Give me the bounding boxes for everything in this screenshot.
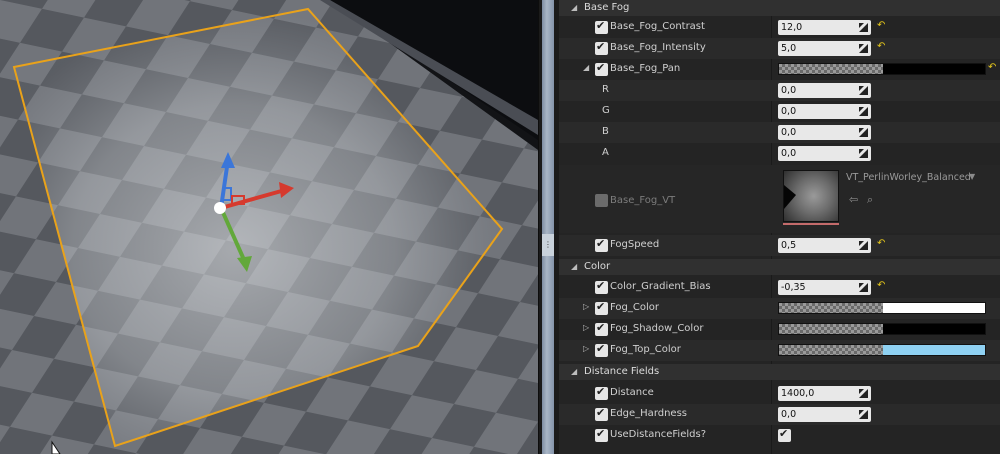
level-viewport[interactable] <box>0 0 538 454</box>
details-panel: ◢ Base Fog Base_Fog_Contrast 12,0 ↶ Base… <box>559 0 1000 454</box>
value-field[interactable]: 0,0 <box>778 104 871 119</box>
value-field[interactable]: 0,5 <box>778 238 871 253</box>
property-color-gradient-bias: Color_Gradient_Bias -0,35 ↶ <box>559 277 1000 298</box>
property-base-fog-vt: Base_Fog_VT VT_PerlinWorley_Balanced ▼ ⇦… <box>559 165 1000 233</box>
property-pan-b: B 0,0 <box>559 122 1000 143</box>
property-fog-shadow-color: ▷ Fog_Shadow_Color <box>559 319 1000 340</box>
spinner-icon[interactable] <box>859 44 868 53</box>
spinner-icon[interactable] <box>859 149 868 158</box>
scrollbar-track[interactable] <box>542 0 554 454</box>
checkbox-checked-icon[interactable] <box>595 237 608 252</box>
value-field[interactable]: 5,0 <box>778 41 871 56</box>
property-fog-speed: FogSpeed 0,5 ↶ <box>559 235 1000 256</box>
reset-to-default-icon[interactable]: ↶ <box>877 41 885 52</box>
property-distance: Distance 1400,0 <box>559 383 1000 404</box>
panel-splitter[interactable]: ⋮ <box>538 0 559 454</box>
category-color[interactable]: ◢ Color <box>559 259 1000 275</box>
checkbox-checked-icon[interactable] <box>595 40 608 55</box>
property-base-fog-intensity: Base_Fog_Intensity 5,0 ↶ <box>559 38 1000 59</box>
property-fog-top-color: ▷ Fog_Top_Color <box>559 340 1000 361</box>
search-icon[interactable]: ⌕ <box>867 193 873 207</box>
property-pan-r: R 0,0 <box>559 80 1000 101</box>
splitter-grip-icon[interactable]: ⋮ <box>542 234 554 256</box>
checkbox-checked-icon[interactable] <box>595 427 608 442</box>
color-swatch[interactable] <box>778 344 986 356</box>
reset-to-default-icon[interactable]: ↶ <box>877 20 885 31</box>
collapse-arrow-icon[interactable]: ◢ <box>571 367 577 376</box>
checkbox-checked-icon[interactable] <box>595 321 608 336</box>
checkbox-checked-icon[interactable] <box>595 300 608 315</box>
property-use-distance-fields: UseDistanceFields? <box>559 425 1000 446</box>
property-fog-color: ▷ Fog_Color <box>559 298 1000 319</box>
category-distance-fields[interactable]: ◢ Distance Fields <box>559 364 1000 380</box>
spinner-icon[interactable] <box>859 128 868 137</box>
checkbox-checked-icon[interactable] <box>595 385 608 400</box>
property-base-fog-contrast: Base_Fog_Contrast 12,0 ↶ <box>559 17 1000 38</box>
checkbox-checked-icon[interactable] <box>595 406 608 421</box>
value-field[interactable]: 1400,0 <box>778 386 871 401</box>
checkbox-checked-icon[interactable] <box>595 61 608 76</box>
spinner-icon[interactable] <box>859 283 868 292</box>
expand-arrow-icon[interactable]: ▷ <box>583 344 589 353</box>
browse-arrow-icon[interactable]: ⇦ <box>849 193 858 206</box>
value-field[interactable]: -0,35 <box>778 280 871 295</box>
value-field[interactable]: 0,0 <box>778 125 871 140</box>
reset-to-default-icon[interactable]: ↶ <box>988 62 996 73</box>
color-swatch[interactable] <box>778 323 986 335</box>
value-field[interactable]: 12,0 <box>778 20 871 35</box>
collapse-arrow-icon[interactable]: ◢ <box>571 3 577 12</box>
checkbox-checked-icon[interactable] <box>595 19 608 34</box>
texture-thumbnail[interactable] <box>783 170 839 225</box>
collapse-arrow-icon[interactable]: ◢ <box>571 262 577 271</box>
spinner-icon[interactable] <box>859 410 868 419</box>
spinner-icon[interactable] <box>859 86 868 95</box>
reset-to-default-icon[interactable]: ↶ <box>877 280 885 291</box>
value-field[interactable]: 0,0 <box>778 146 871 161</box>
property-pan-g: G 0,0 <box>559 101 1000 122</box>
checkbox-unchecked-icon[interactable] <box>595 194 608 207</box>
category-base-fog[interactable]: ◢ Base Fog <box>559 0 1000 16</box>
spinner-icon[interactable] <box>859 241 868 250</box>
value-checkbox-checked-icon[interactable] <box>778 427 791 442</box>
spinner-icon[interactable] <box>859 389 868 398</box>
property-edge-hardness: Edge_Hardness 0,0 <box>559 404 1000 425</box>
spinner-icon[interactable] <box>859 23 868 32</box>
property-pan-a: A 0,0 <box>559 143 1000 164</box>
value-field[interactable]: 0,0 <box>778 407 871 422</box>
spinner-icon[interactable] <box>859 107 868 116</box>
expand-arrow-icon[interactable]: ▷ <box>583 323 589 332</box>
color-swatch[interactable] <box>778 302 986 314</box>
value-field[interactable]: 0,0 <box>778 83 871 98</box>
viewport-scene <box>0 0 538 454</box>
checkbox-checked-icon[interactable] <box>595 279 608 294</box>
reset-to-default-icon[interactable]: ↶ <box>877 238 885 249</box>
texture-name[interactable]: VT_PerlinWorley_Balanced <box>846 172 971 183</box>
color-swatch[interactable] <box>778 63 986 75</box>
collapse-arrow-icon[interactable]: ◢ <box>583 63 589 72</box>
expand-arrow-icon[interactable]: ▷ <box>583 302 589 311</box>
dropdown-icon[interactable]: ▼ <box>969 172 975 181</box>
property-base-fog-pan: ◢ Base_Fog_Pan ↶ <box>559 59 1000 80</box>
checkbox-checked-icon[interactable] <box>595 342 608 357</box>
